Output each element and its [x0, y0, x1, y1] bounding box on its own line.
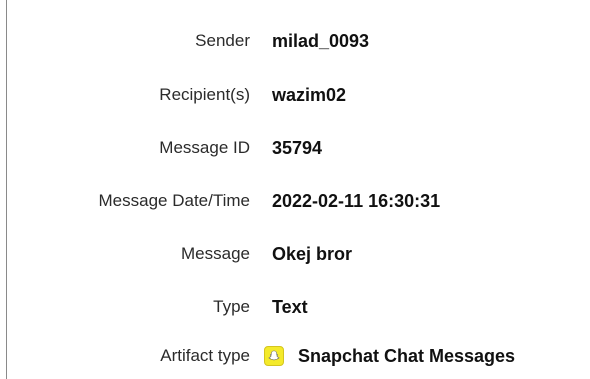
message-id-row: Message ID 35794	[0, 133, 590, 163]
sender-value: milad_0093	[272, 31, 370, 51]
message-datetime-row: Message Date/Time 2022-02-11 16:30:31	[0, 186, 590, 216]
message-datetime-label: Message Date/Time	[98, 191, 250, 210]
type-row: Type Text	[0, 292, 590, 322]
message-row: Message Okej bror	[0, 239, 590, 269]
type-label: Type	[213, 297, 250, 316]
message-datetime-value: 2022-02-11 16:30:31	[272, 191, 441, 211]
recipients-label: Recipient(s)	[159, 85, 250, 104]
message-value: Okej bror	[272, 244, 353, 264]
artifact-type-value: Snapchat Chat Messages	[298, 346, 516, 366]
artifact-type-value-group: Snapchat Chat Messages	[264, 341, 515, 371]
sender-row: Sender milad_0093	[0, 26, 590, 56]
type-value: Text	[272, 297, 308, 317]
recipients-row: Recipient(s) wazim02	[0, 80, 590, 110]
message-label: Message	[181, 244, 250, 263]
snapchat-icon	[264, 346, 284, 366]
recipients-value: wazim02	[272, 85, 347, 105]
message-id-value: 35794	[272, 138, 323, 158]
message-details-panel: Sender milad_0093 Recipient(s) wazim02 M…	[0, 0, 590, 379]
message-id-label: Message ID	[159, 138, 250, 157]
artifact-type-row: Artifact type Snapchat Chat Messages	[0, 341, 590, 371]
sender-label: Sender	[195, 31, 250, 50]
artifact-type-label: Artifact type	[160, 346, 250, 365]
